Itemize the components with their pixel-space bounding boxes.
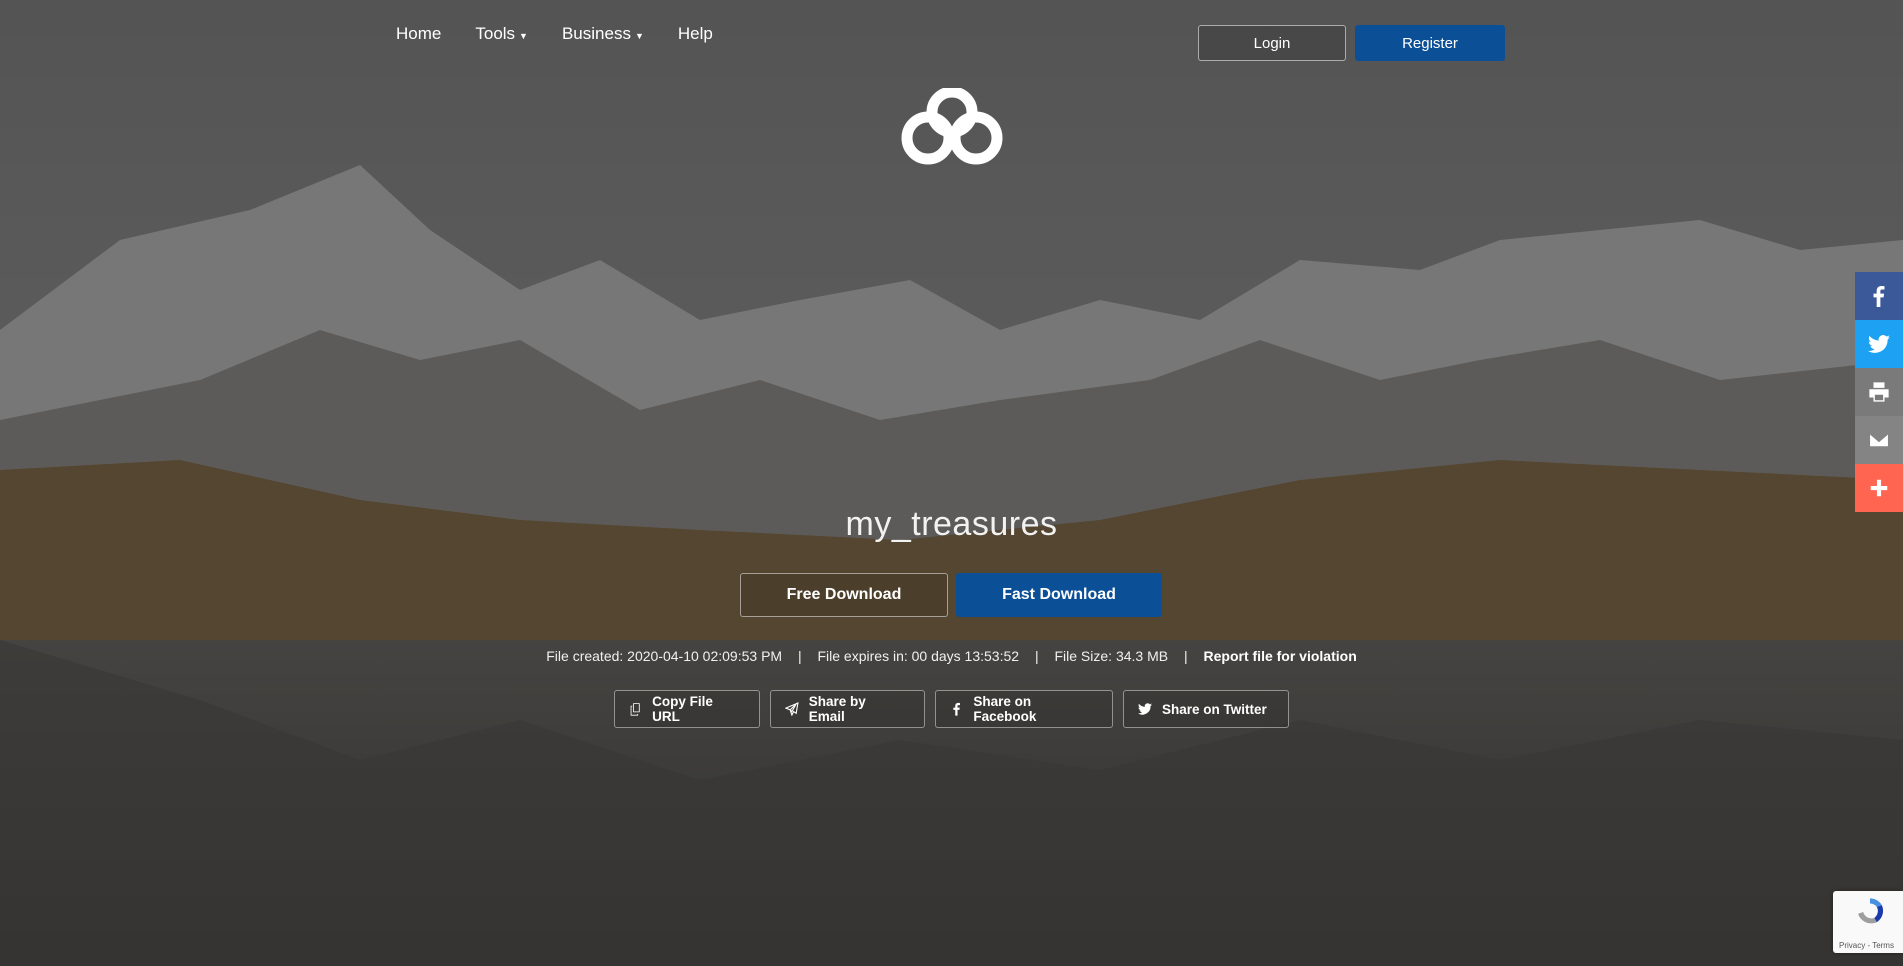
copy-url-label: Copy File URL: [652, 694, 713, 724]
site-logo[interactable]: [900, 86, 1004, 168]
side-twitter-button[interactable]: [1855, 320, 1903, 368]
main-nav: Home Tools ▼ Business ▼ Help: [396, 24, 747, 44]
side-facebook-button[interactable]: [1855, 272, 1903, 320]
file-size: File Size: 34.3 MB: [1054, 648, 1169, 664]
nav-home[interactable]: Home: [396, 24, 441, 44]
share-twitter-button[interactable]: Share on Twitter: [1123, 690, 1289, 728]
twitter-icon: [1138, 703, 1152, 715]
facebook-icon: [1873, 285, 1885, 307]
share-twitter-label: Share on Twitter: [1162, 701, 1267, 717]
file-meta: File created: 2020-04-10 02:09:53 PM | F…: [0, 648, 1903, 664]
recaptcha-icon: [1858, 898, 1884, 924]
nav-tools[interactable]: Tools ▼: [475, 24, 528, 44]
login-button[interactable]: Login: [1198, 25, 1346, 61]
fast-download-button[interactable]: Fast Download: [956, 573, 1162, 617]
share-email-label: Share by Email: [808, 694, 866, 724]
separator: |: [797, 648, 802, 664]
share-facebook-button[interactable]: Share on Facebook: [935, 690, 1113, 728]
recaptcha-badge[interactable]: Privacy - Terms: [1833, 891, 1903, 953]
share-facebook-label: Share on Facebook: [973, 694, 1037, 724]
nav-business[interactable]: Business ▼: [562, 24, 644, 44]
file-expires: File expires in: 00 days 13:53:52: [817, 648, 1020, 664]
facebook-icon: [953, 702, 961, 716]
chevron-down-icon: ▼: [634, 31, 644, 41]
auth-buttons: Login Register: [1198, 25, 1505, 61]
share-buttons: Copy File URL Share by Email Share on Fa…: [614, 690, 1289, 728]
email-icon: [1868, 432, 1890, 448]
print-icon: [1869, 382, 1889, 402]
side-share-bar: [1855, 272, 1903, 512]
plus-icon: [1870, 479, 1888, 497]
free-download-button[interactable]: Free Download: [740, 573, 948, 617]
chevron-down-icon: ▼: [519, 31, 528, 41]
paper-plane-icon: [785, 702, 799, 716]
twitter-icon: [1868, 335, 1890, 353]
side-email-button[interactable]: [1855, 416, 1903, 464]
report-violation-link[interactable]: Report file for violation: [1204, 648, 1357, 664]
side-more-button[interactable]: [1855, 464, 1903, 512]
download-buttons: Free Download Fast Download: [740, 573, 1162, 617]
register-button[interactable]: Register: [1355, 25, 1505, 61]
copy-icon: [630, 703, 640, 716]
file-name: my_treasures: [845, 505, 1058, 543]
nav-help[interactable]: Help: [678, 24, 713, 44]
side-print-button[interactable]: [1855, 368, 1903, 416]
separator: |: [1034, 648, 1039, 664]
separator: |: [1183, 648, 1188, 664]
recaptcha-text: Privacy - Terms: [1839, 941, 1894, 950]
share-email-button[interactable]: Share by Email: [770, 690, 925, 728]
file-created: File created: 2020-04-10 02:09:53 PM: [546, 648, 783, 664]
copy-url-button[interactable]: Copy File URL: [614, 690, 760, 728]
